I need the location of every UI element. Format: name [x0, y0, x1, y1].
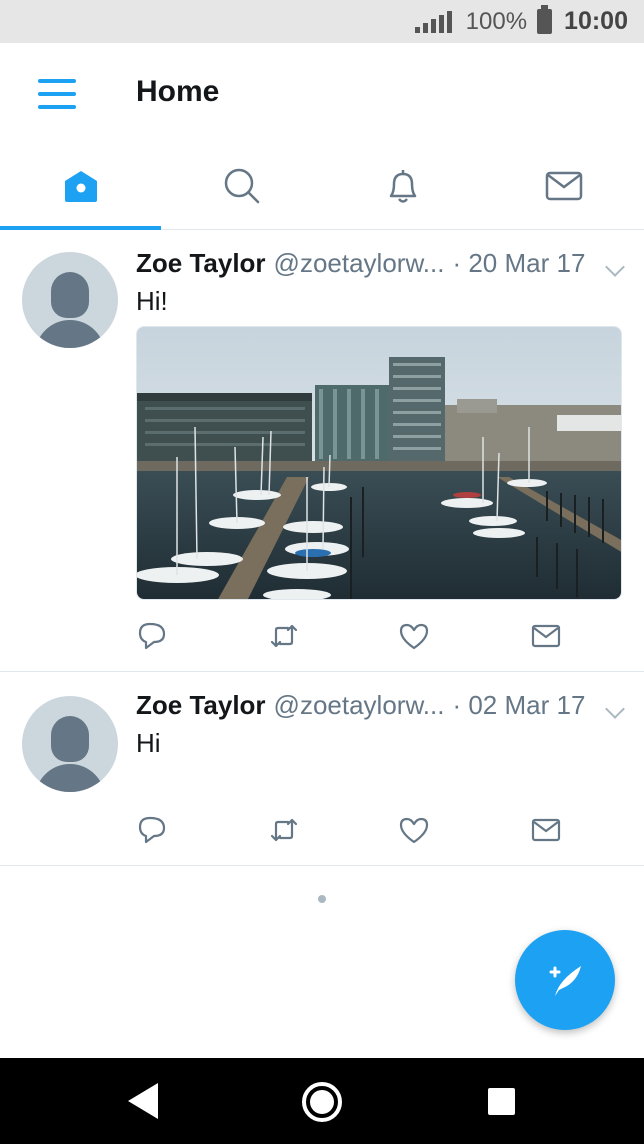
reply-icon[interactable] [136, 620, 168, 652]
tweet-date: · 20 Mar 17 [452, 248, 586, 278]
home-icon [64, 171, 97, 202]
avatar[interactable] [22, 696, 118, 792]
heart-icon[interactable] [398, 814, 430, 846]
tweet-image[interactable] [136, 326, 622, 600]
author-handle[interactable]: @zoetaylorw... [274, 690, 445, 721]
envelope-icon [545, 171, 582, 201]
tweet-actions [136, 620, 606, 652]
clock: 10:00 [564, 7, 628, 35]
tab-bar [0, 143, 644, 230]
author-name[interactable]: Zoe Taylor [136, 690, 266, 721]
retweet-icon[interactable] [268, 620, 300, 652]
author-name[interactable]: Zoe Taylor [136, 248, 266, 279]
tweet-header: Zoe Taylor @zoetaylorw... · 20 Mar 17 [136, 248, 626, 279]
tweet-header: Zoe Taylor @zoetaylorw... · 02 Mar 17 [136, 690, 626, 721]
compose-tweet-button[interactable] [515, 930, 615, 1030]
avatar[interactable] [22, 252, 118, 348]
tab-search[interactable] [161, 143, 322, 229]
home-button-icon[interactable] [302, 1082, 342, 1122]
tweet-text: Hi [136, 728, 161, 758]
signal-icon [414, 10, 452, 33]
author-handle[interactable]: @zoetaylorw... [274, 248, 445, 279]
reply-icon[interactable] [136, 814, 168, 846]
page-title: Home [136, 75, 220, 108]
harbor-photo [137, 327, 621, 599]
tweet-date: · 02 Mar 17 [452, 690, 586, 720]
tab-home[interactable] [0, 143, 161, 230]
battery-percent: 100% [465, 7, 528, 35]
tweet-text: Hi! [136, 286, 168, 316]
bell-icon [389, 170, 416, 203]
menu-icon[interactable] [38, 79, 76, 109]
tweet[interactable]: Zoe Taylor @zoetaylorw... · 02 Mar 17 Hi [0, 672, 644, 866]
recent-apps-icon[interactable] [488, 1088, 515, 1115]
compose-feather-icon [549, 966, 581, 996]
tab-messages[interactable] [483, 143, 644, 229]
status-bar: 100% 10:00 [0, 0, 644, 43]
tweet-actions [136, 814, 606, 846]
back-icon[interactable] [128, 1083, 158, 1119]
loading-indicator [318, 895, 326, 903]
retweet-icon[interactable] [268, 814, 300, 846]
envelope-icon[interactable] [530, 814, 562, 846]
heart-icon[interactable] [398, 620, 430, 652]
envelope-icon[interactable] [530, 620, 562, 652]
system-nav-bar [0, 1058, 644, 1144]
tab-notifications[interactable] [322, 143, 483, 229]
battery-icon [537, 5, 553, 34]
tweet[interactable]: Zoe Taylor @zoetaylorw... · 20 Mar 17 Hi… [0, 230, 644, 672]
search-icon [224, 168, 259, 204]
app-header: Home [0, 43, 644, 143]
